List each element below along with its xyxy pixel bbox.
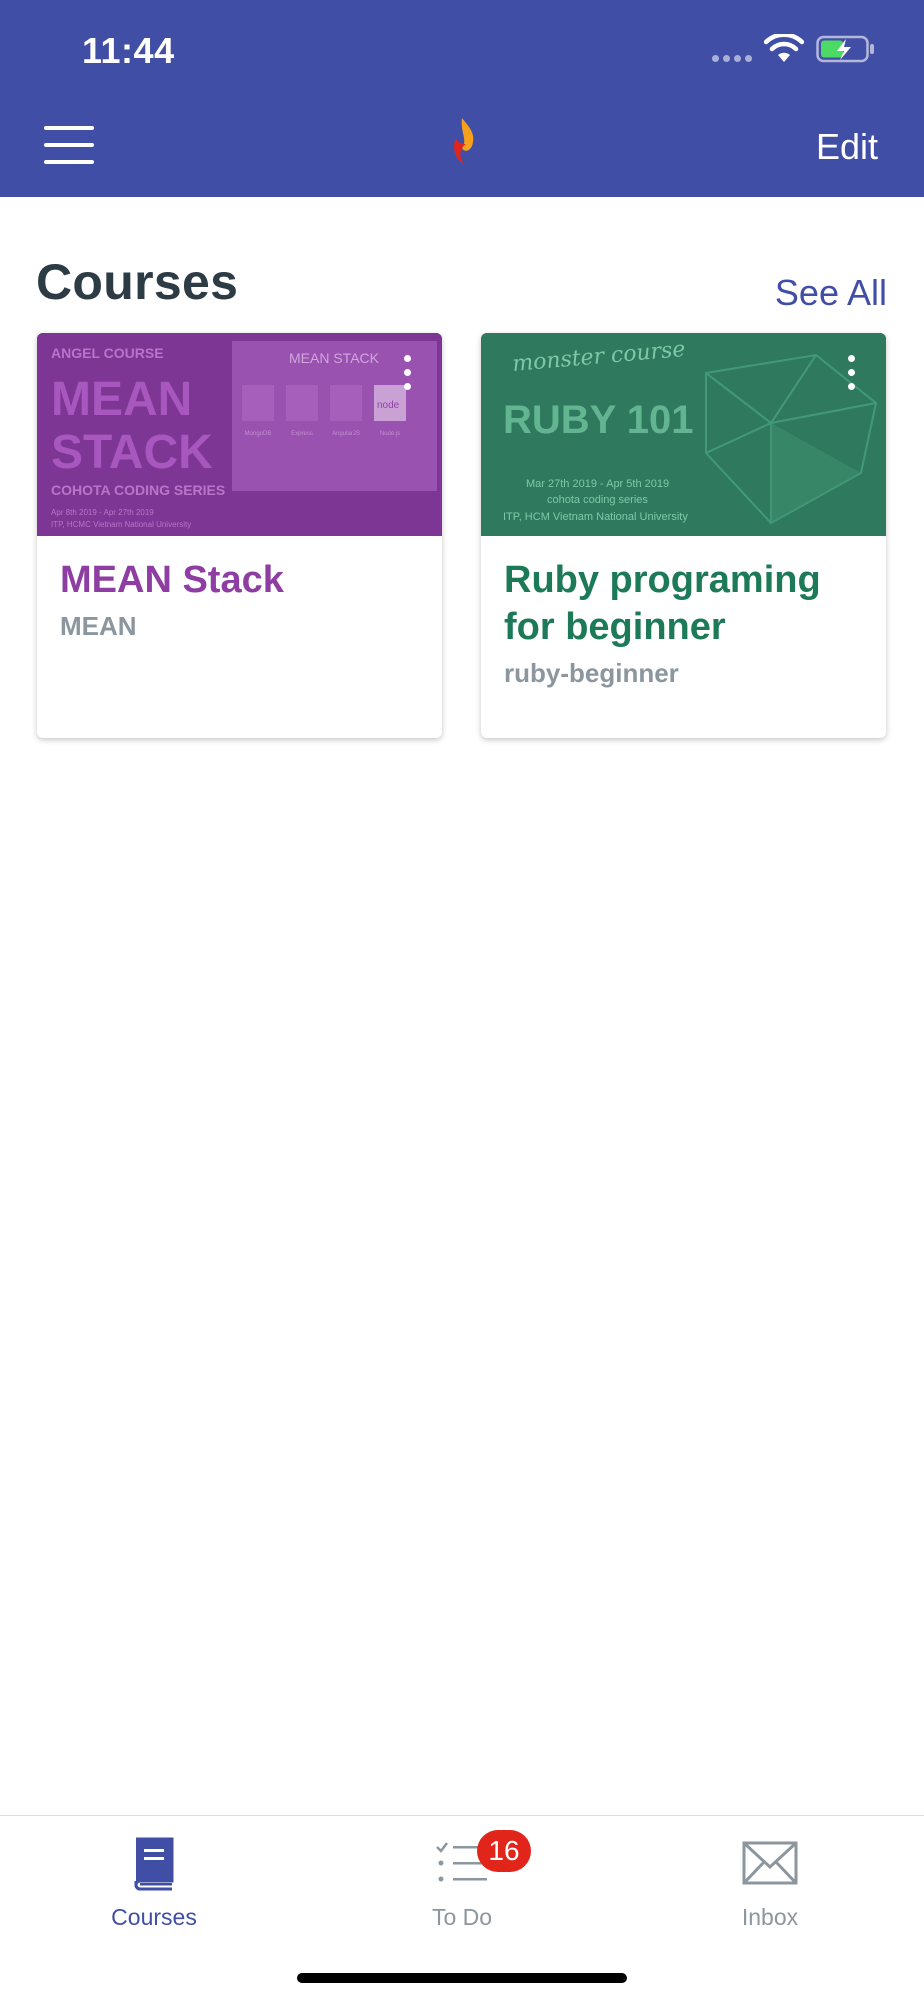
todo-count-badge: 16 [477,1830,531,1872]
thumb-series-mean: COHOTA CODING SERIES [51,482,225,498]
course-thumbnail-mean: ANGEL COURSE MEAN STACK COHOTA CODING SE… [37,333,442,536]
thumb-place-ruby: ITP, HCM Vietnam National University [503,511,688,523]
thumb-line2-mean: STACK [51,426,213,479]
tab-inbox[interactable]: Inbox [616,1830,924,1931]
tab-label: Inbox [741,1904,799,1930]
thumb-series-ruby: cohota coding series [547,494,648,506]
cellular-signal-icon [712,55,752,62]
tab-label: Courses [111,1904,197,1930]
app-flame-logo [454,118,474,164]
course-card-ruby[interactable]: monster course RUBY 101 Mar 27th 2019 - … [481,333,886,738]
thumb-panel-item: Node.js [380,431,400,437]
see-all-link[interactable]: See All [775,272,887,314]
tab-todo[interactable]: 16 To Do [308,1830,616,1931]
thumb-dates-mean: Apr 8th 2019 - Apr 27th 2019 [51,508,154,517]
hamburger-menu-button[interactable] [44,126,94,166]
thumb-panel-badge-mean: node [377,400,400,411]
course-name: Ruby programing for beginner [504,559,821,648]
tab-courses[interactable]: Courses [0,1830,308,1931]
thumb-dates-ruby: Mar 27th 2019 - Apr 5th 2019 [526,478,669,490]
book-icon [134,1837,174,1891]
thumb-kicker-mean: ANGEL COURSE [51,345,164,361]
course-options-button[interactable] [848,355,856,397]
tab-label: To Do [431,1904,493,1930]
battery-charging-icon [816,35,874,63]
thumb-panel-item: Express [291,431,313,437]
courses-heading: Courses [36,254,239,310]
course-thumbnail-ruby: monster course RUBY 101 Mar 27th 2019 - … [481,333,886,536]
wifi-icon [764,34,804,62]
thumb-panel-item: AngularJS [332,431,360,437]
thumb-line1-ruby: RUBY 101 [503,398,693,442]
thumb-panel-item: MongoDB [245,431,272,437]
status-time: 11:44 [82,30,175,71]
thumb-panel-title-mean: MEAN STACK [289,350,380,366]
envelope-icon [742,1841,798,1885]
course-name: MEAN Stack [60,559,284,601]
course-options-button[interactable] [404,355,412,397]
thumb-line1-mean: MEAN [51,373,192,426]
thumb-place-mean: ITP, HCMC Vietnam National University [51,520,191,529]
home-indicator [297,1973,627,1983]
course-code: ruby-beginner [504,658,679,688]
course-code: MEAN [60,611,137,641]
course-card-mean[interactable]: ANGEL COURSE MEAN STACK COHOTA CODING SE… [37,333,442,738]
app-header: 11:44 Edit [0,0,924,197]
edit-button[interactable]: Edit [816,126,878,168]
